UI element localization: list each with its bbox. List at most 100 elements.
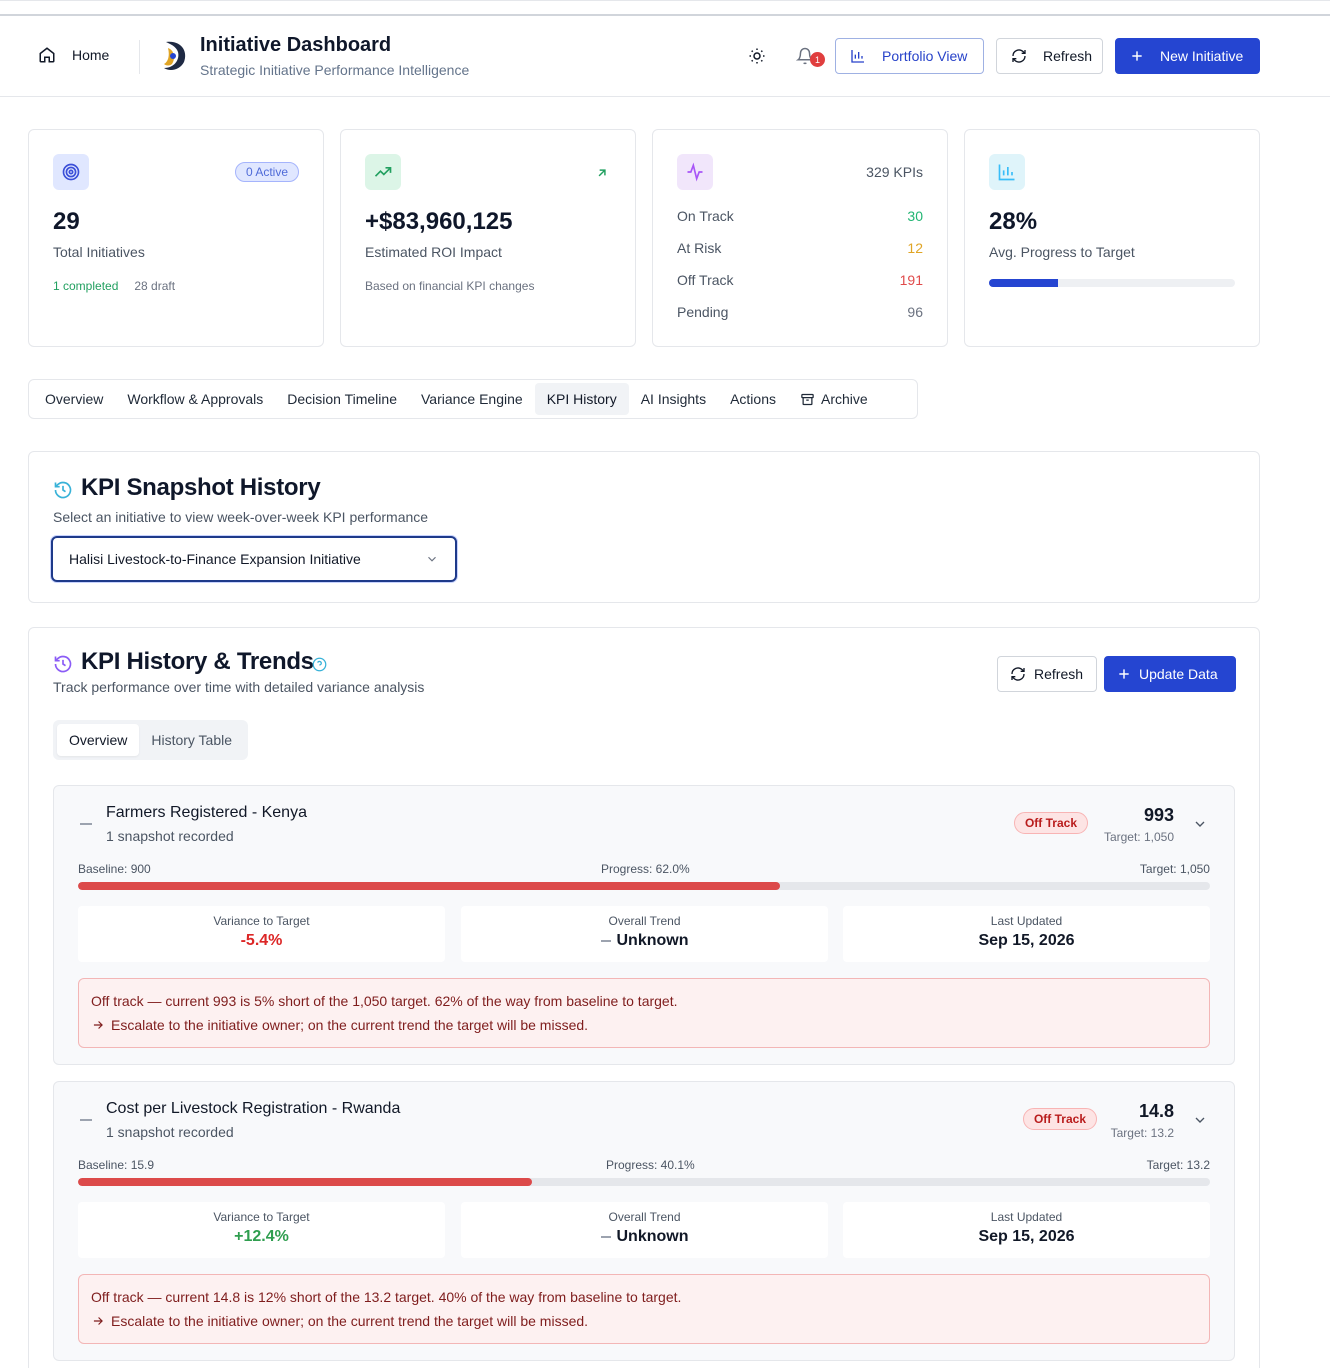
theme-toggle[interactable] [747, 46, 767, 66]
kpi-current-value: 14.8 [1138, 1101, 1174, 1121]
target-label: Target: 13.2 [1146, 1158, 1210, 1172]
trends-refresh-button[interactable]: Refresh [997, 656, 1097, 692]
updated-label: Last Updated [990, 914, 1063, 928]
history-icon [54, 655, 72, 673]
kpi-trends-panel: KPI History & Trends Track performance o… [28, 627, 1260, 1368]
updated-stat: Last Updated Sep 15, 2026 [843, 906, 1210, 962]
chevron-down-icon[interactable] [1192, 1112, 1208, 1128]
trend-dash-icon [80, 823, 92, 825]
tab-kpi-history[interactable]: KPI History [534, 383, 629, 415]
portfolio-view-button[interactable]: Portfolio View [835, 38, 984, 74]
trend-stat: Overall Trend Unknown [461, 1202, 828, 1258]
tab-label: Workflow & Approvals [127, 391, 264, 407]
kpi-target-small: Target: 1,050 [1103, 830, 1174, 844]
updated-label: Last Updated [990, 1210, 1063, 1224]
variance-value: -5.4% [240, 932, 283, 949]
tab-variance-engine[interactable]: Variance Engine [409, 383, 535, 415]
update-data-label: Update Data [1139, 666, 1218, 682]
kpi-snapshot-panel: KPI Snapshot History Select an initiativ… [28, 451, 1260, 603]
variance-value: +12.4% [234, 1228, 289, 1245]
kpi-status-value: 191 [899, 272, 923, 288]
refresh-icon [1011, 48, 1027, 64]
roi-note: Based on financial KPI changes [365, 279, 535, 293]
kpi-name: Farmers Registered - Kenya [106, 804, 307, 821]
kpi-current-value: 993 [1143, 805, 1174, 825]
trend-value: Unknown [616, 1228, 689, 1245]
kpi-status-row: Off Track 191 [677, 272, 923, 288]
tab-label: Decision Timeline [287, 391, 397, 407]
trends-subtitle: Track performance over time with detaile… [53, 679, 425, 695]
header-divider [139, 40, 140, 74]
roi-impact-card: +$83,960,125 Estimated ROI Impact Based … [340, 129, 636, 347]
tab-decision-timeline[interactable]: Decision Timeline [275, 383, 409, 415]
tab-label: Archive [821, 391, 868, 407]
trend-stat: Overall Trend Unknown [461, 906, 828, 962]
updated-stat: Last Updated Sep 15, 2026 [843, 1202, 1210, 1258]
tab-overview[interactable]: Overview [33, 383, 115, 415]
tab-ai-insights[interactable]: AI Insights [629, 383, 718, 415]
kpi-snapshot-count: 1 snapshot recorded [106, 1124, 234, 1140]
status-badge: Off Track [1013, 812, 1088, 834]
baseline-label: Baseline: 15.9 [78, 1158, 155, 1172]
tab-archive[interactable]: Archive [788, 383, 880, 415]
draft-count: 28 draft [134, 279, 176, 293]
activity-icon [677, 154, 713, 190]
minus-icon [600, 940, 611, 942]
alert-message: Off track — current 993 is 5% short of t… [91, 993, 678, 1009]
chevron-down-icon [428, 556, 436, 562]
trending-up-icon [365, 154, 401, 190]
home-link[interactable]: Home [38, 46, 109, 64]
completed-count: 1 completed [53, 279, 119, 293]
kpi-status-label: On Track [677, 208, 734, 224]
plus-icon [1130, 49, 1144, 63]
tab-workflow-approvals[interactable]: Workflow & Approvals [115, 383, 275, 415]
kpi-status-value: 12 [907, 240, 923, 256]
tab-label: AI Insights [640, 391, 707, 407]
help-circle-icon[interactable] [312, 657, 327, 672]
trend-dash-icon [80, 1119, 92, 1121]
trend-value-row: Unknown [461, 1228, 828, 1246]
alert-action-text: Escalate to the initiative owner; on the… [111, 1313, 589, 1329]
home-icon [39, 47, 55, 63]
tab-label: Actions [730, 391, 776, 407]
kpi-status-label: At Risk [677, 240, 722, 256]
new-initiative-button[interactable]: New Initiative [1115, 38, 1260, 74]
avg-progress-label: Avg. Progress to Target [989, 244, 1135, 260]
kpi-history-card: Farmers Registered - Kenya 1 snapshot rec… [53, 785, 1235, 1065]
archive-icon [800, 392, 815, 407]
notification-badge: 1 [810, 52, 825, 67]
update-data-button[interactable]: Update Data [1104, 656, 1236, 692]
roi-value: +$83,960,125 [365, 208, 513, 235]
avg-progress-fill [989, 279, 1058, 287]
baseline-label: Baseline: 900 [78, 862, 151, 876]
initiative-select-value: Halisi Livestock-to-Finance Expansion In… [69, 551, 361, 567]
seg-history-table[interactable]: History Table [139, 724, 244, 756]
kpi-progress-fill [78, 882, 780, 890]
tab-label: KPI History [546, 391, 617, 407]
alert-action: Escalate to the initiative owner; on the… [91, 1017, 588, 1033]
app-subtitle: Strategic Initiative Performance Intelli… [200, 62, 470, 78]
kpi-status-label: Off Track [677, 272, 734, 288]
kpi-status-row: At Risk 12 [677, 240, 923, 256]
tab-actions[interactable]: Actions [718, 383, 788, 415]
plus-icon [1117, 667, 1131, 681]
initiative-select[interactable]: Halisi Livestock-to-Finance Expansion In… [51, 536, 457, 582]
minus-icon [600, 1236, 611, 1238]
chevron-down-icon[interactable] [1192, 816, 1208, 832]
kpi-status-label: Pending [677, 304, 729, 320]
trends-refresh-label: Refresh [1034, 666, 1084, 682]
refresh-icon [1010, 666, 1026, 682]
total-initiatives-card: 0 Active 29 Total Initiatives 1 complete… [28, 129, 324, 347]
kpi-target-small: Target: 13.2 [1110, 1126, 1174, 1140]
total-initiatives-value: 29 [53, 208, 80, 235]
progress-label: Progress: 40.1% [605, 1158, 695, 1172]
portfolio-view-label: Portfolio View [882, 48, 968, 64]
kpi-name: Cost per Livestock Registration - Rwanda [106, 1100, 401, 1117]
alert-action-text: Escalate to the initiative owner; on the… [111, 1017, 589, 1033]
seg-overview[interactable]: Overview [57, 724, 140, 756]
kpi-total: 329 KPIs [866, 164, 923, 180]
view-toggle: Overview History Table [53, 720, 249, 760]
header-refresh-button[interactable]: Refresh [996, 38, 1103, 74]
off-track-alert: Off track — current 993 is 5% short of t… [78, 978, 1210, 1048]
progress-labels: Baseline: 15.9 Progress: 40.1% Target: 13.… [78, 1158, 1210, 1172]
